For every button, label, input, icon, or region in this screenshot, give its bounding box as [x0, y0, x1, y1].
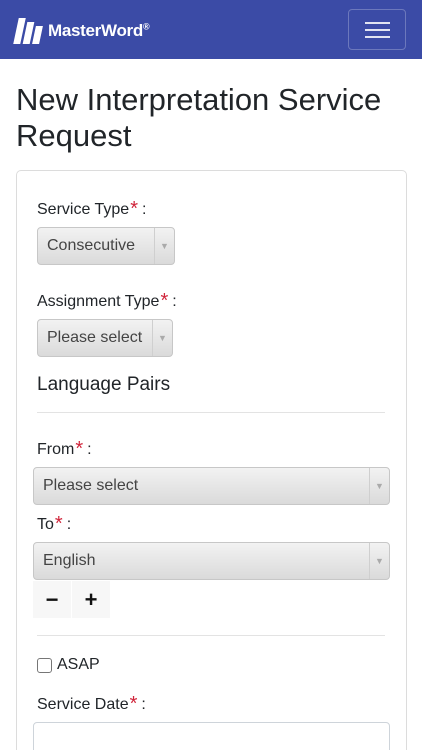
language-pairs-heading: Language Pairs [37, 374, 171, 395]
remove-language-pair-button[interactable]: − [33, 581, 71, 618]
required-asterisk: * [75, 438, 84, 460]
dropdown-arrow-icon: ▼ [152, 320, 172, 356]
assignment-type-value: Please select [47, 329, 143, 346]
required-asterisk: * [160, 290, 169, 312]
dropdown-arrow-icon: ▼ [154, 228, 174, 264]
required-asterisk: * [129, 693, 138, 715]
required-asterisk: * [130, 198, 138, 220]
dropdown-arrow-icon: ▼ [369, 543, 389, 579]
service-date-label: Service Date*: [37, 693, 146, 715]
to-language-select[interactable]: English ▼ [33, 542, 390, 580]
service-type-select[interactable]: Consecutive ▼ [37, 227, 175, 265]
service-date-input[interactable] [33, 722, 390, 750]
masterword-logo[interactable]: MasterWord® [13, 17, 150, 44]
section-divider [37, 412, 385, 413]
service-type-value: Consecutive [47, 237, 136, 254]
add-language-pair-button[interactable]: + [72, 581, 110, 618]
service-type-label: Service Type*: [37, 198, 147, 220]
top-navbar: MasterWord® [0, 0, 422, 59]
to-language-value: English [43, 552, 96, 569]
asap-label: ASAP [57, 656, 100, 673]
from-language-label: From*: [37, 438, 92, 460]
assignment-type-select[interactable]: Please select ▼ [37, 319, 173, 357]
required-asterisk: * [54, 513, 63, 535]
to-language-label: To*: [37, 513, 72, 535]
page-title: New Interpretation Service Request [16, 82, 382, 153]
asap-option[interactable]: ASAP [37, 656, 100, 674]
brand-name: MasterWord [48, 20, 143, 40]
masterword-logo-icon [13, 17, 43, 44]
section-divider [37, 635, 385, 636]
language-pair-controls: − + [33, 581, 111, 618]
dropdown-arrow-icon: ▼ [369, 468, 389, 504]
from-language-select[interactable]: Please select ▼ [33, 467, 390, 505]
brand-registered-mark: ® [142, 20, 150, 31]
from-language-value: Please select [43, 477, 139, 494]
minus-icon: − [45, 586, 59, 612]
assignment-type-label: Assignment Type*: [37, 290, 177, 312]
hamburger-menu-icon [365, 22, 390, 24]
hamburger-menu-button[interactable] [348, 9, 406, 50]
asap-checkbox[interactable] [37, 657, 52, 673]
plus-icon: + [84, 586, 98, 612]
